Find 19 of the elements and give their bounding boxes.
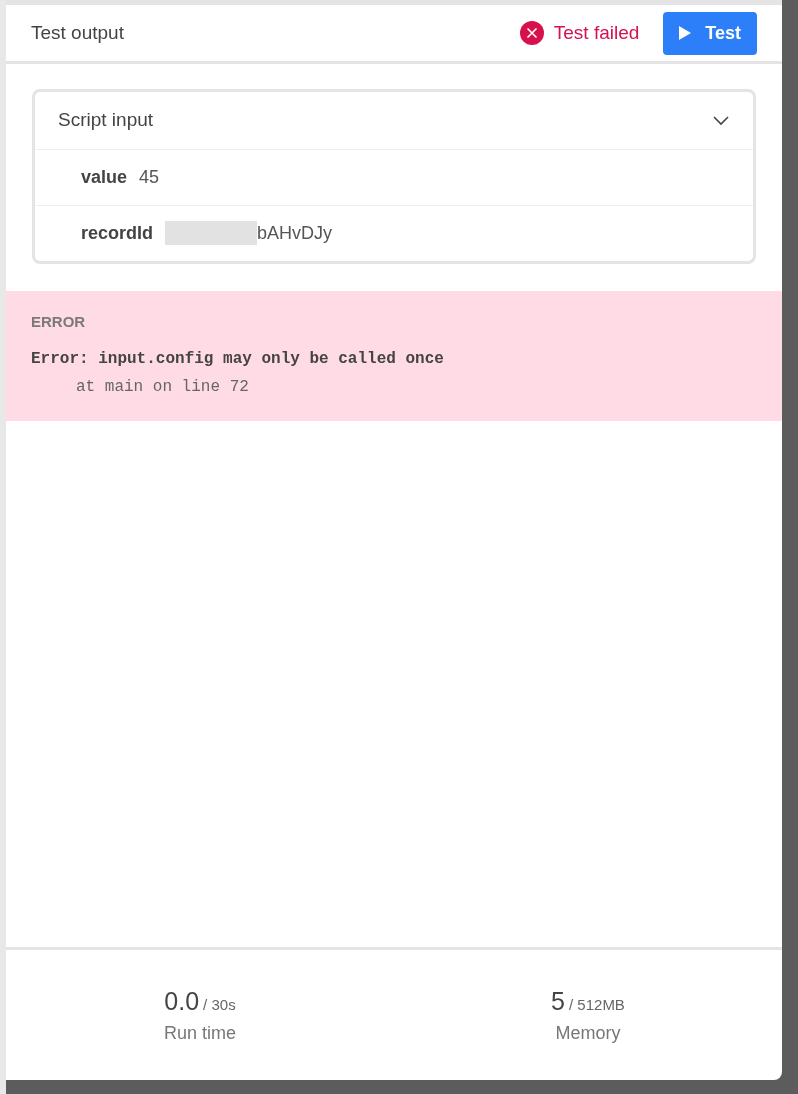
error-message: Error: input.config may only be called once	[31, 349, 445, 370]
stat-limit: / 30s	[203, 995, 236, 1013]
stat-value: 0.0	[164, 986, 200, 1015]
stat-limit: / 512MB	[569, 995, 625, 1013]
field-value: 45	[139, 165, 160, 189]
error-icon	[519, 21, 544, 45]
script-input-header[interactable]: Script input	[35, 92, 753, 150]
panel-title: Test output	[31, 20, 124, 45]
field-value: bAHvDJy	[257, 221, 333, 245]
field-name: value	[81, 165, 128, 189]
stat-value: 5	[551, 986, 565, 1015]
stat-label: Run time	[164, 1022, 236, 1046]
stack-trace: at main on line 72	[75, 377, 250, 398]
test-button[interactable]: Test	[663, 11, 757, 55]
field-name: recordId	[81, 221, 154, 245]
play-icon	[679, 26, 692, 40]
stat-label: Memory	[555, 1022, 621, 1046]
error-label: ERROR	[31, 311, 87, 332]
status-text: Test failed	[553, 20, 640, 45]
